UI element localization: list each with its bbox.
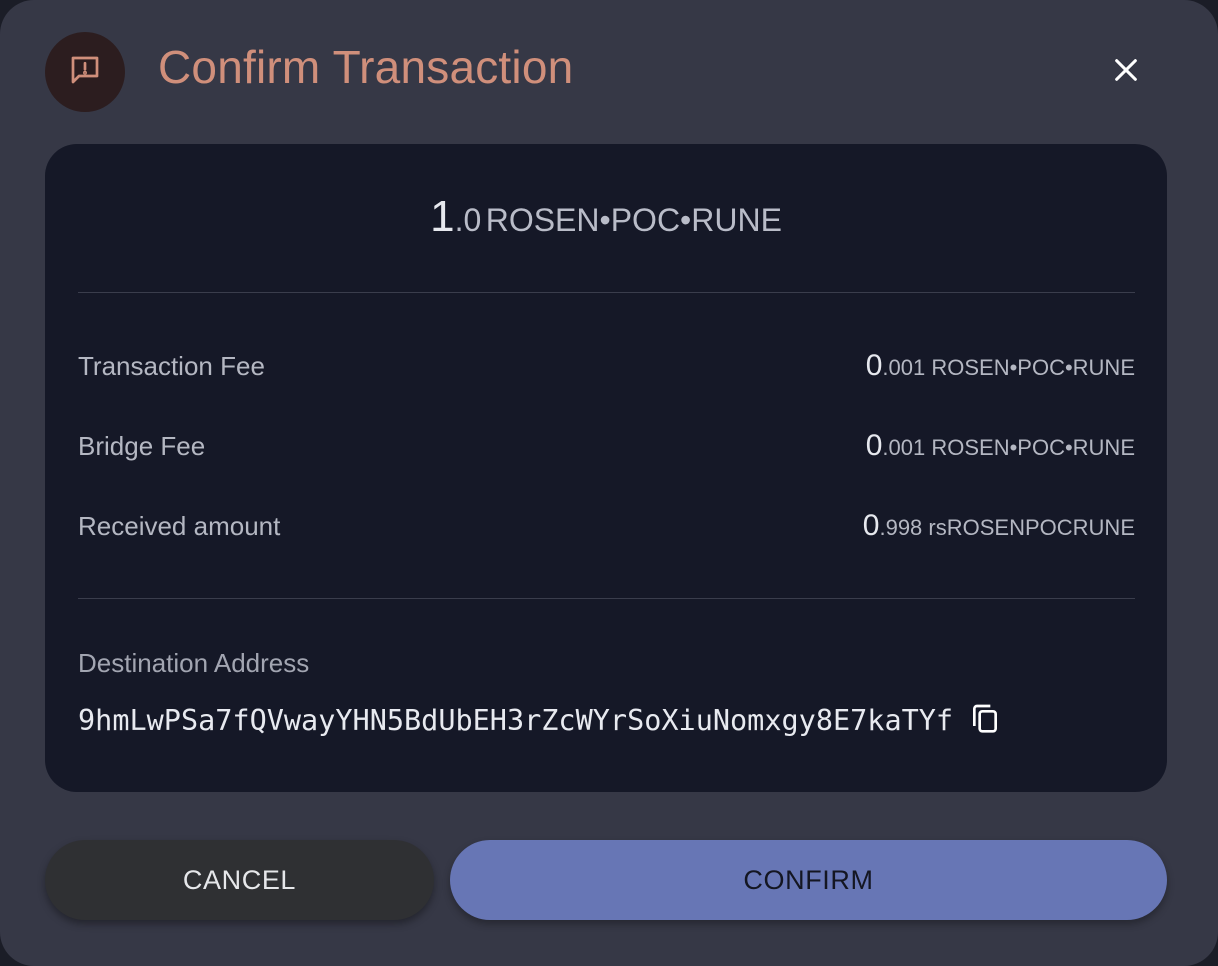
- fee-label: Bridge Fee: [78, 430, 206, 461]
- close-icon: [1112, 56, 1140, 89]
- feedback-alert-icon: [67, 52, 103, 93]
- cancel-button[interactable]: CANCEL: [45, 840, 434, 920]
- fee-value-fraction: .998: [879, 515, 923, 540]
- fee-value: 0.001 ROSEN•POC•RUNE: [866, 349, 1135, 383]
- transfer-amount-fraction: .0: [454, 202, 482, 238]
- fee-value-integer: 0: [865, 429, 883, 462]
- fee-row-received: Received amount 0.998 rsROSENPOCRUNE: [78, 506, 1135, 546]
- fee-value-unit: ROSEN•POC•RUNE: [931, 355, 1135, 380]
- copy-icon: [969, 701, 1001, 740]
- close-button[interactable]: [1104, 50, 1148, 94]
- fee-row-bridge: Bridge Fee 0.001 ROSEN•POC•RUNE: [78, 426, 1135, 466]
- fee-value-fraction: .001: [882, 355, 926, 380]
- fee-value-unit: rsROSENPOCRUNE: [928, 515, 1135, 540]
- fee-value: 0.001 ROSEN•POC•RUNE: [866, 429, 1135, 463]
- confirm-transaction-dialog: Confirm Transaction 1.0 ROSEN•POC•RUNE T…: [0, 0, 1218, 966]
- transfer-amount-unit: ROSEN•POC•RUNE: [485, 202, 782, 238]
- transfer-amount-integer: 1: [430, 192, 455, 241]
- dialog-title: Confirm Transaction: [158, 41, 574, 93]
- summary-divider: [78, 292, 1135, 293]
- transaction-summary-card: 1.0 ROSEN•POC•RUNE Transaction Fee 0.001…: [45, 144, 1167, 792]
- fee-row-transaction: Transaction Fee 0.001 ROSEN•POC•RUNE: [78, 346, 1135, 386]
- destination-label: Destination Address: [78, 648, 310, 678]
- header-icon-badge: [45, 32, 125, 112]
- confirm-button[interactable]: CONFIRM: [450, 840, 1167, 920]
- fee-value-fraction: .001: [882, 435, 926, 460]
- destination-address-row: 9hmLwPSa7fQVwayYHN5BdUbEH3rZcWYrSoXiuNom…: [78, 700, 1003, 740]
- destination-address: 9hmLwPSa7fQVwayYHN5BdUbEH3rZcWYrSoXiuNom…: [78, 703, 954, 737]
- fee-label: Transaction Fee: [78, 350, 265, 381]
- fee-value-integer: 0: [865, 349, 883, 382]
- destination-divider: [78, 598, 1135, 599]
- fee-value: 0.998 rsROSENPOCRUNE: [863, 509, 1135, 543]
- transfer-amount: 1.0 ROSEN•POC•RUNE: [45, 192, 1167, 242]
- fee-value-unit: ROSEN•POC•RUNE: [931, 435, 1135, 460]
- fee-value-integer: 0: [862, 509, 880, 542]
- copy-address-button[interactable]: [967, 700, 1003, 740]
- fee-label: Received amount: [78, 510, 281, 541]
